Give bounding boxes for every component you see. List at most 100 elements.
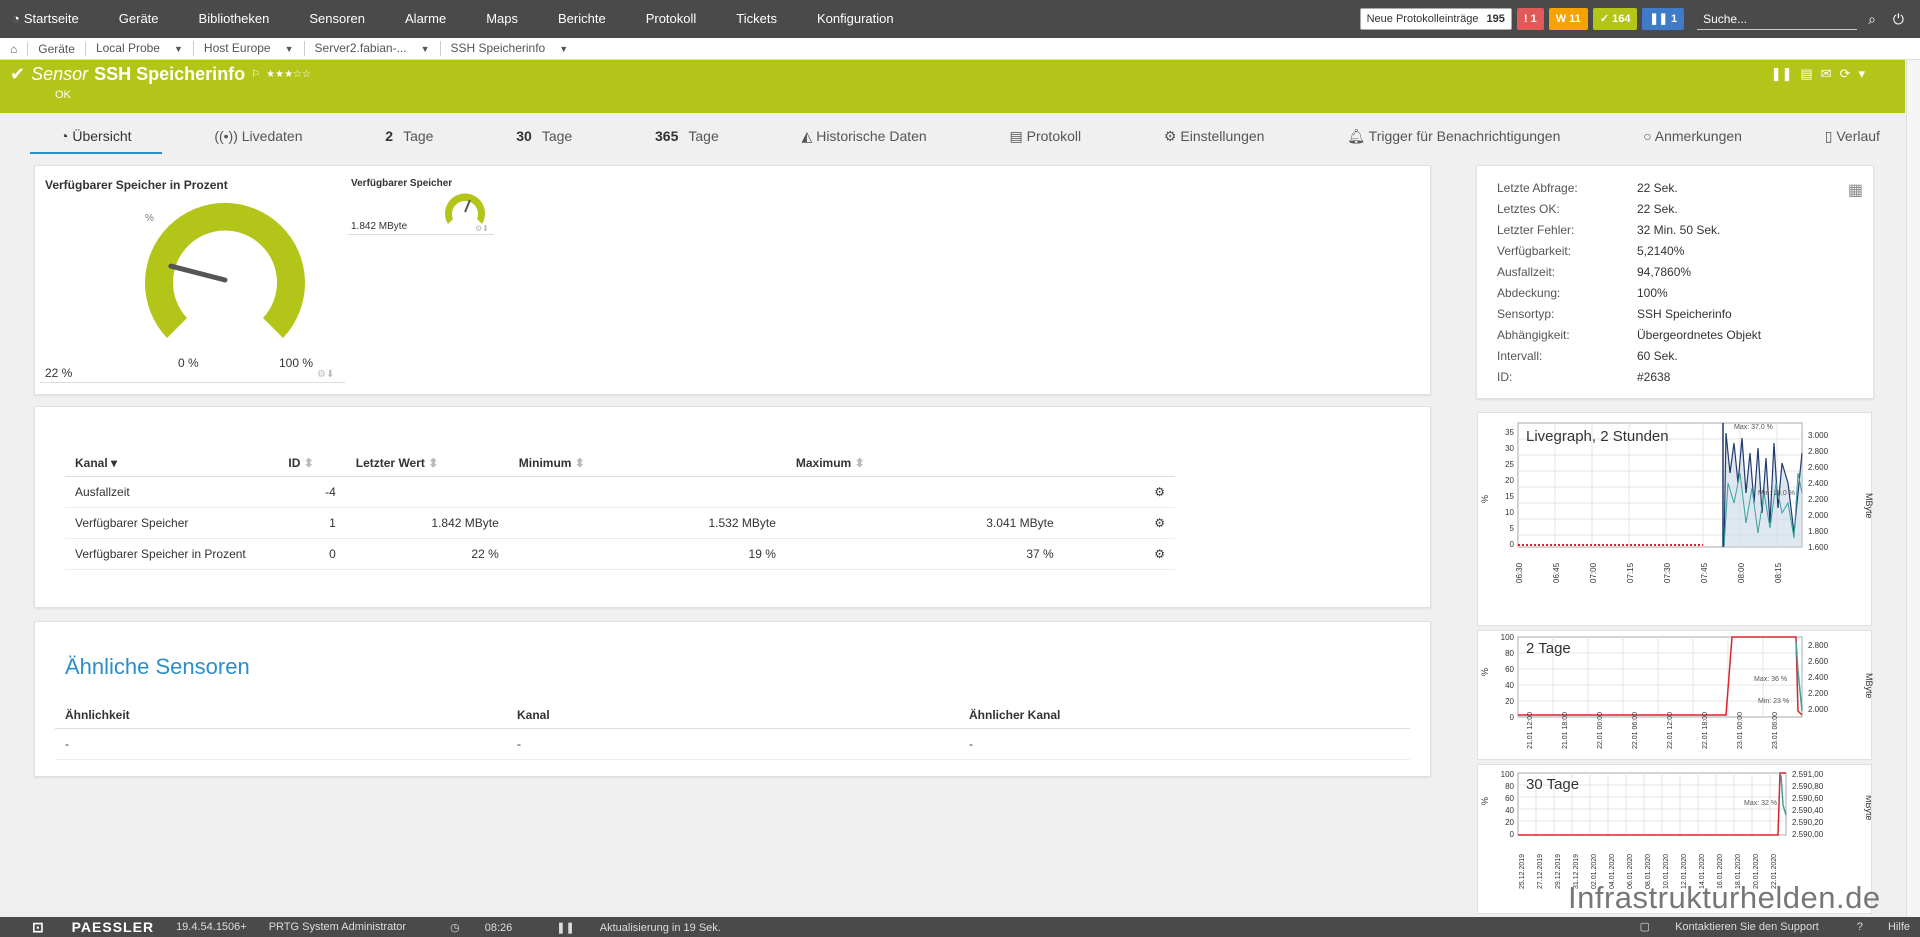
breadcrumb-sensor[interactable]: SSH Speicherinfo ▼ — [441, 41, 579, 56]
table-row: - - - — [55, 728, 1410, 760]
paused-badge[interactable]: ❚❚ 1 — [1642, 8, 1685, 30]
col-id[interactable]: ID ⬍ — [278, 450, 346, 477]
nav-home[interactable]: ◔ Startseite — [0, 0, 99, 38]
info-row: Letzte Abfrage: 22 Sek. — [1497, 181, 1678, 195]
pause-icon[interactable]: ❚❚ — [1771, 66, 1793, 82]
tab-triggers[interactable]: 🔔︎ Trigger für Benachrichtigungen — [1317, 128, 1590, 154]
gauge-small-title: Verfügbarer Speicher — [351, 178, 453, 189]
clock-icon: ◷ — [450, 921, 460, 934]
col-minimum[interactable]: Minimum ⬍ — [508, 450, 786, 477]
home-icon[interactable]: ⌂ — [0, 41, 29, 56]
tab-log[interactable]: ▤ Protokoll — [980, 128, 1112, 154]
col-last-value[interactable]: Letzter Wert ⬍ — [345, 450, 509, 477]
gauge-icon: ◔ — [60, 128, 73, 144]
gauge-small — [445, 193, 485, 224]
qr-code-icon[interactable]: ▦ — [1848, 180, 1863, 200]
x-tick: 25.12.2019 — [1519, 854, 1526, 889]
similar-sensors-card: Ähnliche Sensoren Ähnlichkeit Kanal Ähnl… — [34, 621, 1431, 777]
refresh-status[interactable]: ❚❚ Aktualisierung in 19 Sek. — [534, 921, 721, 934]
sort-down-icon: ▾ — [111, 456, 118, 470]
tab-history[interactable]: ▯ Verlauf — [1795, 128, 1910, 154]
nav-konfiguration[interactable]: Konfiguration — [797, 0, 914, 38]
breadcrumb-probe[interactable]: Local Probe ▼ — [86, 41, 194, 56]
check-icon: ✔ — [10, 64, 26, 84]
priority-stars[interactable]: ★★★☆☆ — [266, 69, 311, 80]
chevron-down-icon[interactable]: ▼ — [559, 44, 568, 54]
nav-geraete[interactable]: Geräte — [99, 0, 179, 38]
power-icon[interactable]: ⏻ — [1887, 11, 1910, 28]
chevron-down-icon[interactable]: ▼ — [421, 44, 430, 54]
y-tick: 2.590,60 — [1792, 794, 1824, 803]
nav-bibliotheken[interactable]: Bibliotheken — [179, 0, 290, 38]
table-row[interactable]: Ausfallzeit -4 ⚙ — [65, 476, 1175, 508]
x-tick: 23.01 06:00 — [1772, 712, 1779, 749]
breadcrumb-device[interactable]: Server2.fabian-... ▼ — [305, 41, 441, 56]
x-tick: 07:45 — [1700, 562, 1709, 583]
search-icon[interactable]: ⌕ — [1862, 11, 1882, 28]
graph-live-svg: % MByte 35 30 25 20 15 10 5 0 3.000 2.80… — [1480, 422, 1874, 583]
nav-berichte[interactable]: Berichte — [538, 0, 626, 38]
mail-icon[interactable]: ✉ — [1821, 66, 1832, 82]
report-icon[interactable]: ▤ — [1800, 66, 1812, 82]
tab-settings[interactable]: ⚙ Einstellungen — [1134, 128, 1295, 154]
tab-historic[interactable]: ◭ Historische Daten — [772, 128, 957, 154]
tab-2-days[interactable]: 2 Tage — [355, 128, 463, 154]
y-ticks-left: 100 80 60 40 20 0 — [1501, 770, 1515, 839]
nav-tickets[interactable]: Tickets — [716, 0, 797, 38]
breadcrumb-group[interactable]: Host Europe ▼ — [194, 41, 305, 56]
help-link[interactable]: ? Hilfe — [1835, 917, 1910, 937]
search-input[interactable]: Suche... — [1697, 8, 1858, 30]
tab-comments[interactable]: ○ Anmerkungen — [1613, 128, 1772, 154]
nav-sensoren[interactable]: Sensoren — [289, 0, 385, 38]
error-badge[interactable]: ! 1 — [1516, 8, 1544, 30]
col-actions — [1063, 450, 1175, 477]
tab-livedata[interactable]: ((•)) Livedaten — [184, 128, 332, 154]
gear-icon[interactable]: ⚙⬇ — [475, 224, 489, 233]
nav-protokoll[interactable]: Protokoll — [626, 0, 717, 38]
y-tick: 0 — [1510, 713, 1515, 722]
flag-icon[interactable]: ⚐ — [251, 69, 260, 80]
chevron-down-icon[interactable]: ▼ — [174, 44, 183, 54]
scrollbar[interactable] — [1906, 60, 1920, 917]
col-channel[interactable]: Kanal — [507, 702, 959, 729]
chevron-down-icon[interactable]: ▾ — [1858, 66, 1865, 82]
gear-icon[interactable]: ⚙⬇ — [317, 369, 334, 380]
version: 19.4.54.1506+ — [176, 921, 247, 933]
info-row: Ausfallzeit: 94,7860% — [1497, 265, 1692, 279]
new-log-entries-button[interactable]: Neue Protokolleinträge 195 — [1359, 8, 1512, 30]
gauge-main-max: 100 % — [279, 356, 314, 370]
header-actions: ❚❚ ▤ ✉ ⟳ ▾ — [1771, 66, 1865, 82]
nav-maps[interactable]: Maps — [466, 0, 538, 38]
channel-settings-icon[interactable]: ⚙ — [1063, 507, 1175, 539]
x-tick: 07:00 — [1589, 562, 1598, 583]
nav-alarme[interactable]: Alarme — [385, 0, 466, 38]
tab-overview[interactable]: ◔ Übersicht — [30, 128, 162, 154]
chevron-down-icon[interactable]: ▼ — [285, 44, 294, 54]
y-label-left: % — [1480, 668, 1490, 676]
top-nav: ◔ Startseite Geräte Bibliotheken Sensore… — [0, 0, 1920, 38]
table-row[interactable]: Verfügbarer Speicher 1 1.842 MByte 1.532… — [65, 507, 1175, 539]
refresh-icon[interactable]: ⟳ — [1840, 66, 1851, 82]
info-row: Letzter Fehler: 32 Min. 50 Sek. — [1497, 223, 1721, 237]
tab-365-days[interactable]: 365 Tage — [625, 128, 749, 154]
x-tick: 22.01 00:00 — [1597, 712, 1604, 749]
graph-2-days[interactable]: % MByte 100 80 60 40 20 0 2.800 2.600 2.… — [1477, 630, 1874, 760]
col-kanal[interactable]: Kanal ▾ — [65, 450, 279, 477]
graph-live[interactable]: % MByte 35 30 25 20 15 10 5 0 3.000 2.80… — [1477, 412, 1874, 626]
channel-settings-icon[interactable]: ⚙ — [1063, 476, 1175, 508]
table-row[interactable]: Verfügbarer Speicher in Prozent 0 22 % 1… — [65, 538, 1175, 570]
support-link[interactable]: ▢ Kontaktieren Sie den Support — [1618, 917, 1819, 937]
channel-settings-icon[interactable]: ⚙ — [1063, 538, 1175, 570]
gauge-arc — [145, 202, 305, 338]
tab-30-days[interactable]: 30 Tage — [486, 128, 602, 154]
warning-badge[interactable]: W 11 — [1548, 8, 1588, 30]
col-similarity[interactable]: Ähnlichkeit — [55, 702, 507, 729]
current-user[interactable]: PRTG System Administrator — [269, 921, 406, 933]
comment-icon: ○ — [1643, 128, 1655, 144]
x-tick: 27.12.2019 — [1537, 854, 1544, 889]
col-similar-channel[interactable]: Ähnlicher Kanal — [959, 702, 1410, 729]
breadcrumb-geraete[interactable]: Geräte — [28, 41, 86, 56]
col-maximum[interactable]: Maximum ⬍ — [785, 450, 1064, 477]
ok-badge[interactable]: ✓ 164 — [1592, 8, 1638, 30]
y-label-right: MByte — [1864, 673, 1873, 699]
